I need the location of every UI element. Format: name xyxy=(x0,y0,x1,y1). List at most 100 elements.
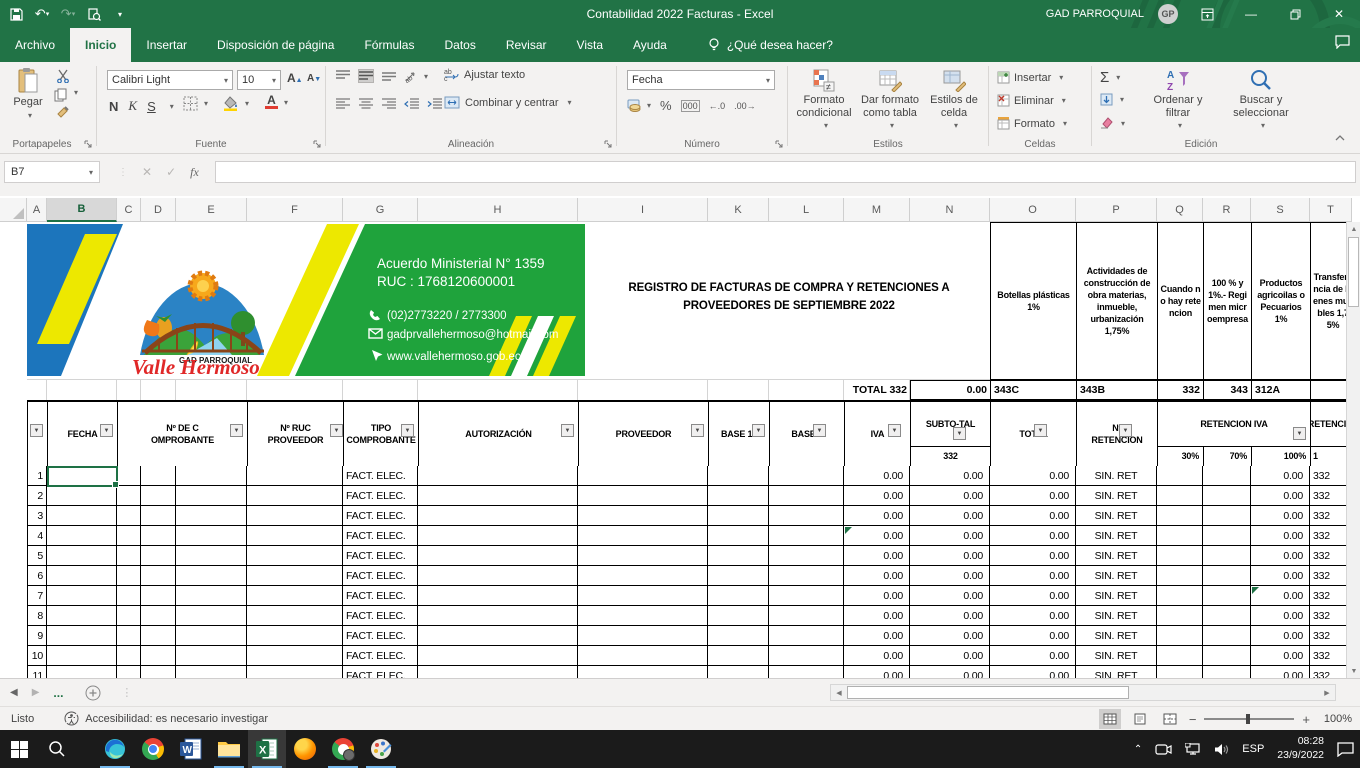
menu-tab-ayuda[interactable]: Ayuda xyxy=(618,28,682,62)
cell-G8[interactable]: FACT. ELEC. xyxy=(343,486,418,506)
cell-styles-button[interactable]: Estilos de celda▾ xyxy=(924,68,984,130)
column-header-B[interactable]: B xyxy=(47,198,117,222)
taskbar-excel-icon[interactable]: X xyxy=(248,730,286,768)
cell-L11[interactable] xyxy=(769,546,844,566)
clear-button[interactable]: ▾ xyxy=(1100,117,1125,129)
cell-I7[interactable] xyxy=(578,466,708,486)
cell-D16[interactable] xyxy=(141,646,176,666)
cancel-entry-icon[interactable]: ✕ xyxy=(142,165,152,179)
tray-language[interactable]: ESP xyxy=(1242,743,1264,755)
column-header-O[interactable]: O xyxy=(990,198,1076,222)
taskbar-paint-icon[interactable] xyxy=(362,730,400,768)
cell-C9[interactable] xyxy=(117,506,141,526)
zoom-out-icon[interactable]: − xyxy=(1189,712,1197,727)
font-size-combo[interactable]: 10▾ xyxy=(237,70,281,90)
cell-N10[interactable]: 0.00 xyxy=(910,526,990,546)
cell-R14[interactable] xyxy=(1203,606,1251,626)
menu-tab-disposici-n-de-p-gina[interactable]: Disposición de página xyxy=(202,28,349,62)
header-proveedor-filter-icon[interactable]: ▼ xyxy=(691,424,704,437)
cell-R7[interactable] xyxy=(1203,466,1251,486)
grow-font-icon[interactable]: A▲ xyxy=(287,71,303,85)
cell-N14[interactable]: 0.00 xyxy=(910,606,990,626)
column-header-A[interactable]: A xyxy=(27,198,47,222)
cell-S12[interactable]: 0.00 xyxy=(1251,566,1310,586)
insert-cells-button[interactable]: Insertar▾ xyxy=(997,71,1063,84)
cell-B10[interactable] xyxy=(47,526,117,546)
hscroll-left-arrow[interactable]: ◀ xyxy=(832,686,846,700)
cell-E15[interactable] xyxy=(176,626,247,646)
cell-I12[interactable] xyxy=(578,566,708,586)
cell-Q12[interactable] xyxy=(1157,566,1203,586)
cell-I15[interactable] xyxy=(578,626,708,646)
header-ruc-filter-icon[interactable]: ▼ xyxy=(330,424,343,437)
sheet-next-icon[interactable]: ▶ xyxy=(32,687,40,698)
cell-I9[interactable] xyxy=(578,506,708,526)
cell-A11[interactable]: 5 xyxy=(27,546,47,566)
comma-style-icon[interactable]: 000 xyxy=(681,100,700,112)
cell-H10[interactable] xyxy=(418,526,578,546)
align-middle-icon[interactable] xyxy=(359,70,373,82)
cell-K14[interactable] xyxy=(708,606,769,626)
cell-B9[interactable] xyxy=(47,506,117,526)
column-header-G[interactable]: G xyxy=(343,198,418,222)
currency-icon[interactable]: ▾ xyxy=(627,99,651,112)
cut-icon[interactable] xyxy=(56,69,70,83)
cell-I17[interactable] xyxy=(578,666,708,678)
number-format-combo[interactable]: Fecha▾ xyxy=(627,70,775,90)
cell-K7[interactable] xyxy=(708,466,769,486)
cell-N6[interactable]: 332 xyxy=(910,446,991,467)
cell-A9[interactable]: 3 xyxy=(27,506,47,526)
cell-Q14[interactable] xyxy=(1157,606,1203,626)
cell-P8[interactable]: SIN. RET xyxy=(1076,486,1157,506)
cell-E17[interactable] xyxy=(176,666,247,678)
selected-cell-B7[interactable] xyxy=(47,466,118,487)
cell-S7[interactable]: 0.00 xyxy=(1251,466,1310,486)
cell-D12[interactable] xyxy=(141,566,176,586)
collapse-ribbon-icon[interactable] xyxy=(1334,134,1346,142)
cell-P4[interactable]: 343B xyxy=(1076,380,1158,400)
column-header-D[interactable]: D xyxy=(141,198,176,222)
cell-R4[interactable]: 343 xyxy=(1203,380,1252,400)
cell-P12[interactable]: SIN. RET xyxy=(1076,566,1157,586)
minimize-button[interactable]: — xyxy=(1236,0,1266,28)
cell-P16[interactable]: SIN. RET xyxy=(1076,646,1157,666)
header-retencion-iva-filter-icon[interactable]: ▼ xyxy=(1293,427,1306,440)
cell-R16[interactable] xyxy=(1203,646,1251,666)
cell-R12[interactable] xyxy=(1203,566,1251,586)
cell-O14[interactable]: 0.00 xyxy=(990,606,1076,626)
cell-D17[interactable] xyxy=(141,666,176,678)
header-subtotal-filter-icon[interactable]: ▼ xyxy=(953,427,966,440)
cell-L9[interactable] xyxy=(769,506,844,526)
column-header-N[interactable]: N xyxy=(910,198,990,222)
align-bottom-icon[interactable] xyxy=(382,70,396,82)
cell-I8[interactable] xyxy=(578,486,708,506)
restore-button[interactable] xyxy=(1280,0,1310,28)
cell-Q8[interactable] xyxy=(1157,486,1203,506)
cell-O13[interactable]: 0.00 xyxy=(990,586,1076,606)
menu-tab-vista[interactable]: Vista xyxy=(562,28,618,62)
cell-B13[interactable] xyxy=(47,586,117,606)
cell-D7[interactable] xyxy=(141,466,176,486)
menu-tab-inicio[interactable]: Inicio xyxy=(70,28,131,62)
cell-L7[interactable] xyxy=(769,466,844,486)
column-header-H[interactable]: H xyxy=(418,198,578,222)
cell-Q6[interactable]: 30% xyxy=(1157,446,1204,467)
menu-tab-archivo[interactable]: Archivo xyxy=(0,28,70,62)
alignment-dialog-launcher[interactable] xyxy=(604,140,613,149)
cell-O4[interactable]: 343C xyxy=(990,380,1077,400)
cell-L16[interactable] xyxy=(769,646,844,666)
ribbon-display-options-icon[interactable] xyxy=(1192,0,1222,28)
menu-tab-insertar[interactable]: Insertar xyxy=(131,28,202,62)
header-fecha-filter-icon[interactable]: ▼ xyxy=(100,424,113,437)
cell-M16[interactable]: 0.00 xyxy=(844,646,910,666)
cell-H17[interactable] xyxy=(418,666,578,678)
cell-E9[interactable] xyxy=(176,506,247,526)
cell-P9[interactable]: SIN. RET xyxy=(1076,506,1157,526)
cell-K12[interactable] xyxy=(708,566,769,586)
cell-K17[interactable] xyxy=(708,666,769,678)
cell-G14[interactable]: FACT. ELEC. xyxy=(343,606,418,626)
new-sheet-button[interactable] xyxy=(73,679,113,706)
tray-volume-icon[interactable] xyxy=(1214,743,1229,756)
fill-button[interactable]: ▾ xyxy=(1100,93,1124,106)
decrease-indent-icon[interactable] xyxy=(404,98,419,110)
